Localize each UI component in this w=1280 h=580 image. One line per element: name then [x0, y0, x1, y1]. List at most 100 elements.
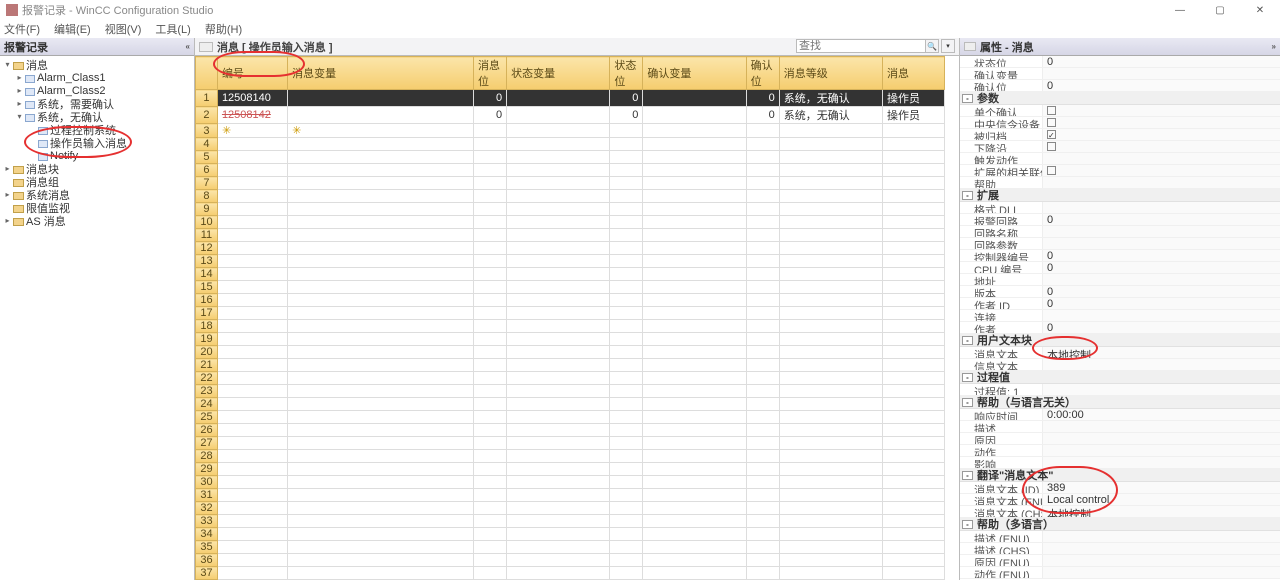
property-category[interactable]: -过程值: [960, 371, 1280, 384]
table-row[interactable]: 28: [196, 450, 945, 463]
table-row[interactable]: 10: [196, 216, 945, 229]
table-row[interactable]: 212508142000系统，无确认操作员: [196, 107, 945, 124]
table-row[interactable]: 18: [196, 320, 945, 333]
table-row[interactable]: 5: [196, 151, 945, 164]
table-row[interactable]: 8: [196, 190, 945, 203]
table-row[interactable]: 7: [196, 177, 945, 190]
tree-toggle-icon[interactable]: ▸: [14, 73, 25, 82]
property-row[interactable]: 帮助: [960, 177, 1280, 189]
menu-file[interactable]: 文件(F): [4, 21, 40, 37]
table-row[interactable]: 34: [196, 528, 945, 541]
property-category[interactable]: -帮助（多语言）: [960, 518, 1280, 531]
table-row[interactable]: 36: [196, 554, 945, 567]
table-row[interactable]: 4: [196, 138, 945, 151]
property-row[interactable]: 下降沿: [960, 141, 1280, 153]
messages-grid[interactable]: 编号消息变量消息位状态变量状态位确认变量确认位消息等级消息11250814000…: [195, 56, 945, 580]
table-row[interactable]: 35: [196, 541, 945, 554]
menu-view[interactable]: 视图(V): [105, 21, 142, 37]
pane-collapse-icon[interactable]: »: [1272, 42, 1276, 51]
table-row[interactable]: 20: [196, 346, 945, 359]
property-row[interactable]: 描述 (CHS): [960, 543, 1280, 555]
table-row[interactable]: 17: [196, 307, 945, 320]
column-header[interactable]: 状态位: [610, 57, 643, 90]
property-row[interactable]: 描述: [960, 421, 1280, 433]
property-row[interactable]: 连接: [960, 310, 1280, 322]
checkbox[interactable]: [1047, 166, 1056, 175]
checkbox[interactable]: [1047, 130, 1056, 139]
property-row[interactable]: 报警回路0: [960, 214, 1280, 226]
table-row[interactable]: 9: [196, 203, 945, 216]
column-header[interactable]: 消息: [882, 57, 944, 90]
table-row[interactable]: 23: [196, 385, 945, 398]
tree-toggle-icon[interactable]: ▸: [14, 99, 25, 108]
property-row[interactable]: 响应时间0:00:00: [960, 409, 1280, 421]
menu-tools[interactable]: 工具(L): [155, 21, 190, 37]
tree-toggle-icon[interactable]: ▸: [2, 216, 13, 225]
pane-collapse-icon[interactable]: «: [186, 42, 190, 51]
table-row[interactable]: 29: [196, 463, 945, 476]
property-row[interactable]: 回路名称: [960, 226, 1280, 238]
collapse-icon[interactable]: -: [962, 520, 973, 529]
table-row[interactable]: 25: [196, 411, 945, 424]
table-row[interactable]: 15: [196, 281, 945, 294]
column-header[interactable]: 消息位: [474, 57, 507, 90]
collapse-icon[interactable]: -: [962, 373, 973, 382]
property-row[interactable]: 扩展的相关联值数据: [960, 165, 1280, 177]
property-row[interactable]: 原因: [960, 433, 1280, 445]
maximize-button[interactable]: ▢: [1200, 0, 1240, 20]
tree-toggle-icon[interactable]: ▾: [2, 60, 13, 69]
property-category[interactable]: -参数: [960, 92, 1280, 105]
column-header[interactable]: 确认变量: [643, 57, 746, 90]
column-header[interactable]: 状态变量: [507, 57, 610, 90]
table-row[interactable]: 30: [196, 476, 945, 489]
tree-toggle-icon[interactable]: ▸: [14, 86, 25, 95]
table-row[interactable]: 33: [196, 515, 945, 528]
table-row[interactable]: 22: [196, 372, 945, 385]
property-row[interactable]: 单个确认: [960, 105, 1280, 117]
table-new-row[interactable]: 3✳✳: [196, 124, 945, 138]
table-row[interactable]: 37: [196, 567, 945, 580]
menu-help[interactable]: 帮助(H): [205, 21, 242, 37]
property-category[interactable]: -扩展: [960, 189, 1280, 202]
collapse-icon[interactable]: -: [962, 94, 973, 103]
property-row[interactable]: 回路参数: [960, 238, 1280, 250]
table-row[interactable]: 26: [196, 424, 945, 437]
table-row[interactable]: 24: [196, 398, 945, 411]
table-row[interactable]: 13: [196, 255, 945, 268]
property-category[interactable]: -翻译"消息文本": [960, 469, 1280, 482]
column-header[interactable]: 消息等级: [779, 57, 882, 90]
table-row[interactable]: 27: [196, 437, 945, 450]
collapse-icon[interactable]: -: [962, 471, 973, 480]
property-row[interactable]: 触发动作: [960, 153, 1280, 165]
property-row[interactable]: 原因 (ENU): [960, 555, 1280, 567]
column-header[interactable]: 确认位: [746, 57, 779, 90]
checkbox[interactable]: [1047, 142, 1056, 151]
table-row[interactable]: 21: [196, 359, 945, 372]
property-row[interactable]: 动作: [960, 445, 1280, 457]
collapse-icon[interactable]: -: [962, 336, 973, 345]
property-row[interactable]: 确认位0: [960, 80, 1280, 92]
minimize-button[interactable]: —: [1160, 0, 1200, 20]
table-row[interactable]: 14: [196, 268, 945, 281]
table-row[interactable]: 6: [196, 164, 945, 177]
property-row[interactable]: 地址: [960, 274, 1280, 286]
checkbox[interactable]: [1047, 106, 1056, 115]
property-row[interactable]: 格式 DLL: [960, 202, 1280, 214]
close-button[interactable]: ✕: [1240, 0, 1280, 20]
column-header[interactable]: 编号: [217, 57, 287, 90]
table-row[interactable]: 112508140000系统，无确认操作员: [196, 90, 945, 107]
tree-node[interactable]: ▸Alarm_Class1: [0, 71, 194, 84]
search-dropdown[interactable]: ▾: [941, 39, 955, 53]
checkbox[interactable]: [1047, 118, 1056, 127]
property-row[interactable]: 状态位0: [960, 56, 1280, 68]
property-row[interactable]: 消息文本本地控制: [960, 347, 1280, 359]
property-row[interactable]: 控制器编号0: [960, 250, 1280, 262]
properties-grid[interactable]: 状态位0确认变量确认位0-参数单个确认中央信令设备被归档下降沿触发动作扩展的相关…: [960, 56, 1280, 580]
search-button[interactable]: 🔍: [925, 39, 939, 53]
tree-node[interactable]: 操作员输入消息: [0, 136, 194, 149]
property-category[interactable]: -帮助（与语言无关）: [960, 396, 1280, 409]
property-row[interactable]: 被归档: [960, 129, 1280, 141]
table-row[interactable]: 11: [196, 229, 945, 242]
property-row[interactable]: 确认变量: [960, 68, 1280, 80]
property-row[interactable]: 动作 (ENU): [960, 567, 1280, 579]
